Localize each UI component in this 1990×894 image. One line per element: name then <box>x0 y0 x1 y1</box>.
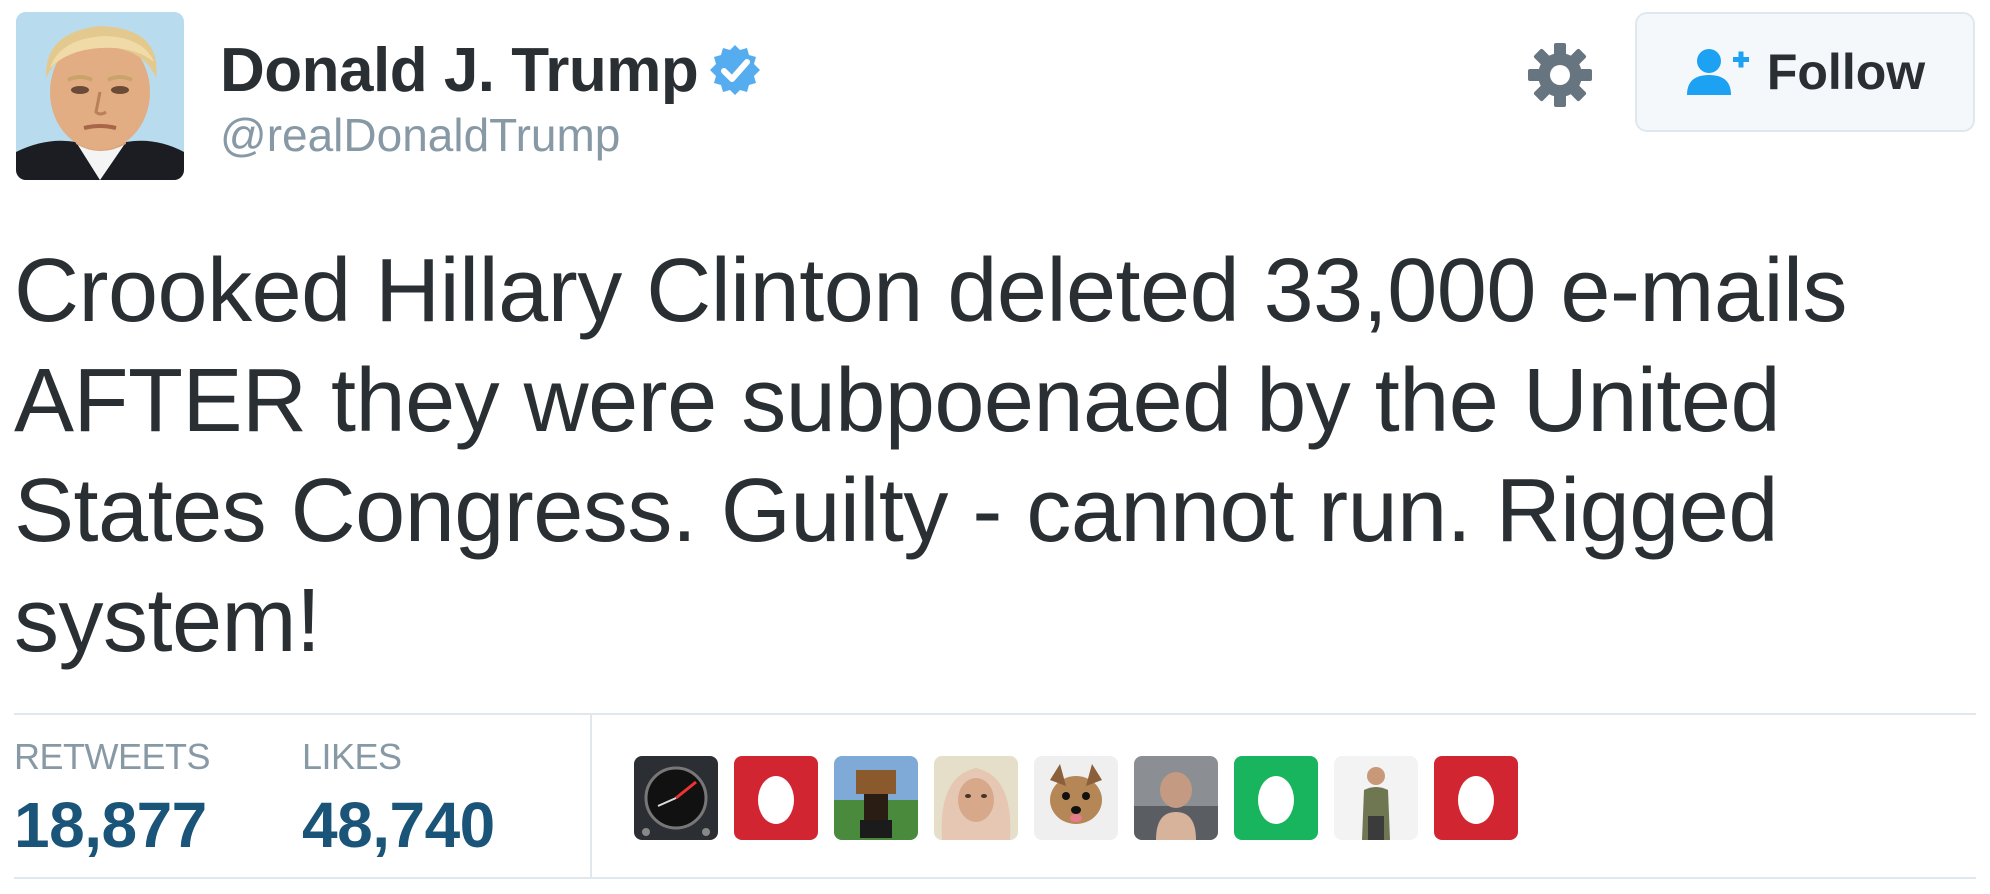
tweet-card: Donald J. Trump @realDonaldTrump Follow … <box>0 0 1990 894</box>
user-name-row[interactable]: Donald J. Trump <box>220 30 762 110</box>
liker-avatar[interactable] <box>834 756 918 840</box>
liker-avatar[interactable] <box>1134 756 1218 840</box>
gear-icon[interactable] <box>1525 40 1595 110</box>
stats-divider-bottom <box>14 877 1976 879</box>
egg-avatar[interactable] <box>1234 756 1318 840</box>
likes-stat[interactable]: LIKES 48,740 <box>302 736 495 862</box>
liker-avatar[interactable] <box>1334 756 1418 840</box>
profile-avatar[interactable] <box>16 12 184 180</box>
likes-label: LIKES <box>302 736 402 777</box>
likers-avatar-list <box>634 756 1518 840</box>
stats-divider-vertical <box>590 715 592 877</box>
liker-avatar[interactable] <box>934 756 1018 840</box>
follow-label: Follow <box>1766 44 1926 100</box>
liker-avatar[interactable] <box>634 756 718 840</box>
retweets-stat[interactable]: RETWEETS 18,877 <box>14 736 211 862</box>
egg-avatar[interactable] <box>1434 756 1518 840</box>
retweets-label: RETWEETS <box>14 736 211 777</box>
liker-avatar[interactable] <box>1034 756 1118 840</box>
likes-count: 48,740 <box>302 789 495 861</box>
verified-badge-icon <box>708 43 762 97</box>
tweet-text: Crooked Hillary Clinton deleted 33,000 e… <box>14 241 1847 671</box>
stats-divider-top <box>14 713 1976 715</box>
egg-avatar[interactable] <box>734 756 818 840</box>
user-handle[interactable]: @realDonaldTrump <box>220 108 620 162</box>
follow-button[interactable]: Follow <box>1635 12 1975 132</box>
user-fullname[interactable]: Donald J. Trump <box>220 35 699 106</box>
add-user-icon <box>1685 47 1751 97</box>
retweets-count: 18,877 <box>14 789 207 861</box>
